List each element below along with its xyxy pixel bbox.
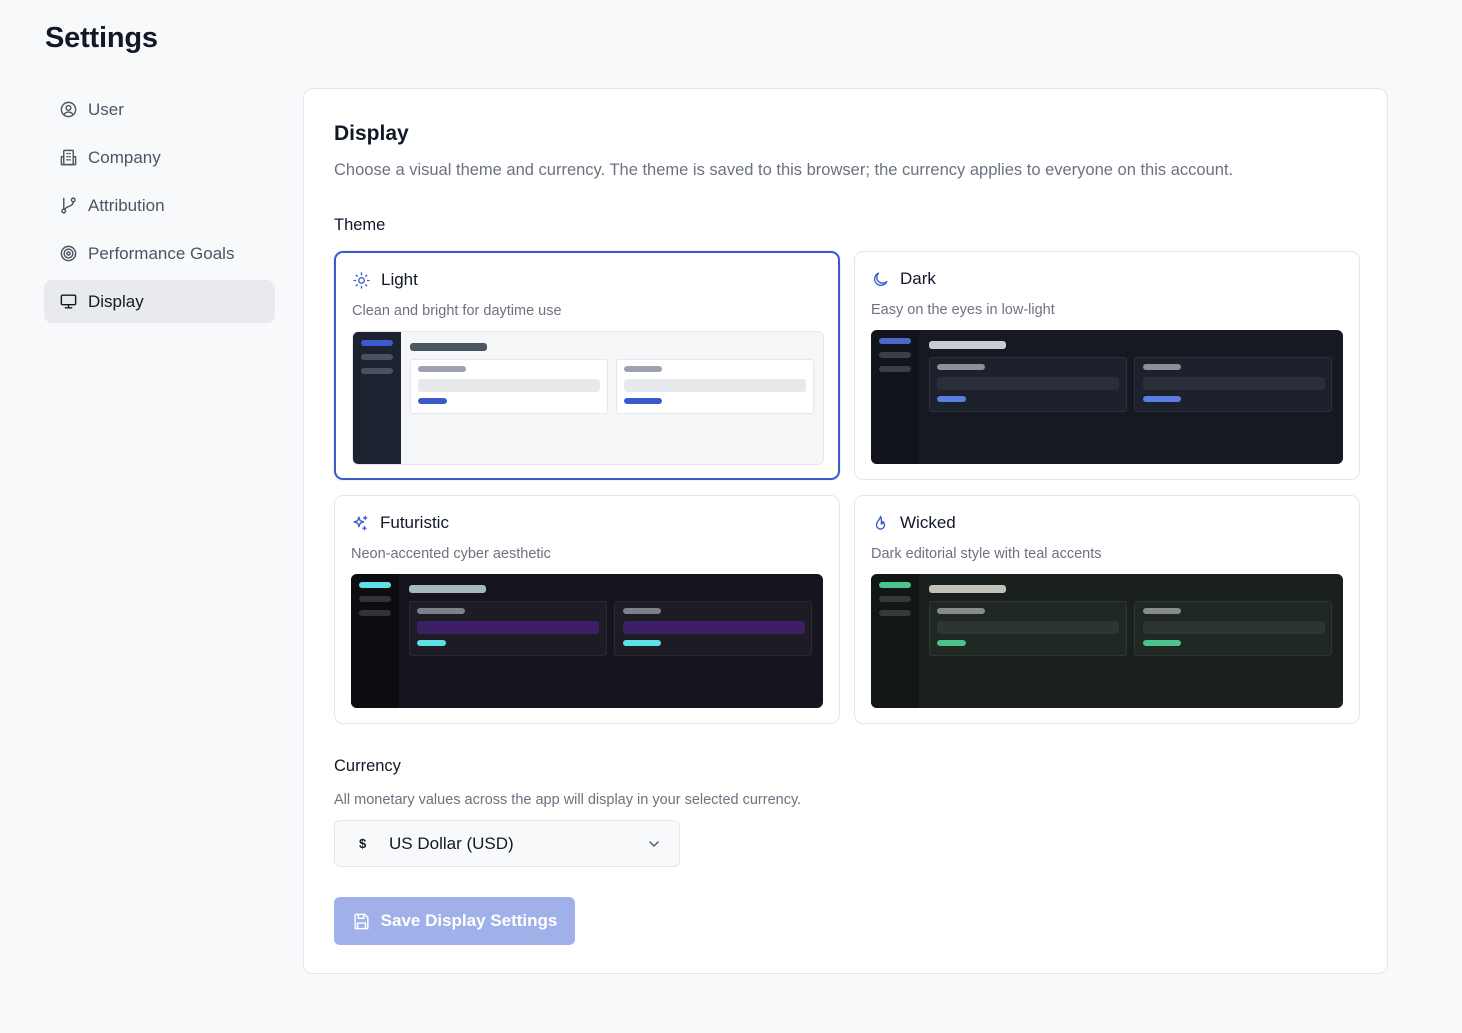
theme-option-light[interactable]: Light Clean and bright for daytime use <box>334 251 840 480</box>
theme-option-dark[interactable]: Dark Easy on the eyes in low-light <box>854 251 1360 480</box>
theme-name: Light <box>381 270 418 289</box>
sidebar-item-company[interactable]: Company <box>44 136 275 179</box>
save-display-settings-button[interactable]: Save Display Settings <box>334 897 575 945</box>
currency-value: US Dollar (USD) <box>389 833 514 853</box>
moon-icon <box>871 270 890 289</box>
sidebar-item-label: Display <box>88 291 144 311</box>
user-circle-icon <box>59 100 78 119</box>
theme-option-futuristic[interactable]: Futuristic Neon-accented cyber aesthetic <box>334 495 840 724</box>
display-settings-card: Display Choose a visual theme and curren… <box>303 88 1388 974</box>
building-icon <box>59 148 78 167</box>
sparkles-icon <box>351 514 370 533</box>
sidebar-item-label: Company <box>88 147 161 167</box>
currency-label: Currency <box>334 757 401 775</box>
theme-description: Dark editorial style with teal accents <box>871 546 1102 562</box>
git-branch-icon <box>59 196 78 215</box>
page-title: Settings <box>45 22 158 54</box>
save-button-label: Save Display Settings <box>380 911 558 930</box>
currency-description: All monetary values across the app will … <box>334 792 802 808</box>
sidebar-item-label: User <box>88 99 124 119</box>
sidebar-item-label: Performance Goals <box>88 243 235 263</box>
section-description: Choose a visual theme and currency. The … <box>334 161 1234 179</box>
theme-preview-dark <box>871 330 1343 464</box>
chevron-down-icon <box>646 836 662 852</box>
theme-option-wicked[interactable]: Wicked Dark editorial style with teal ac… <box>854 495 1360 724</box>
theme-description: Easy on the eyes in low-light <box>871 302 1055 318</box>
theme-name: Futuristic <box>380 513 449 532</box>
monitor-icon <box>59 292 78 311</box>
theme-description: Clean and bright for daytime use <box>352 303 562 319</box>
settings-sidebar: User Company Attribution Performance Goa… <box>44 88 275 328</box>
target-icon <box>59 244 78 263</box>
theme-label: Theme <box>334 216 386 234</box>
theme-preview-futuristic <box>351 574 823 708</box>
currency-symbol: $ <box>359 836 367 851</box>
sidebar-item-user[interactable]: User <box>44 88 275 131</box>
sun-icon <box>352 271 371 290</box>
theme-name: Wicked <box>900 513 956 532</box>
sidebar-item-label: Attribution <box>88 195 165 215</box>
flame-icon <box>871 514 890 533</box>
theme-preview-wicked <box>871 574 1343 708</box>
save-icon <box>352 912 371 931</box>
theme-preview-light <box>352 331 824 465</box>
currency-select[interactable]: $ US Dollar (USD) <box>334 820 680 867</box>
section-title: Display <box>334 122 409 145</box>
sidebar-item-display[interactable]: Display <box>44 280 275 323</box>
theme-name: Dark <box>900 269 936 288</box>
sidebar-item-performance-goals[interactable]: Performance Goals <box>44 232 275 275</box>
theme-description: Neon-accented cyber aesthetic <box>351 546 551 562</box>
sidebar-item-attribution[interactable]: Attribution <box>44 184 275 227</box>
